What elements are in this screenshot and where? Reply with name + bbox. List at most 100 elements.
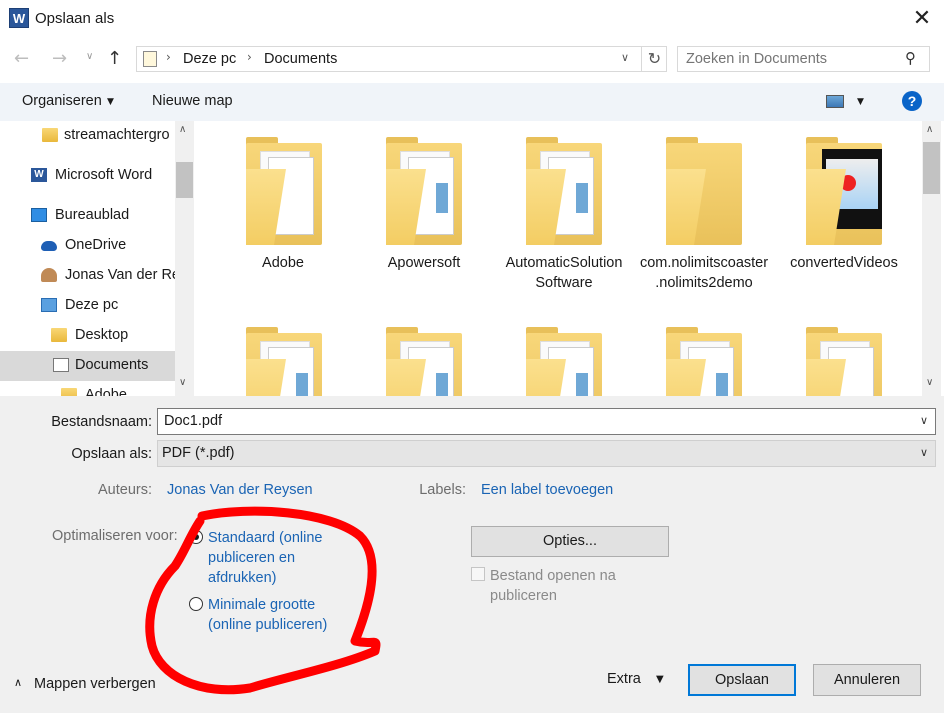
options-button[interactable]: Opties... — [471, 526, 669, 557]
documents-location-icon — [143, 51, 157, 67]
scroll-down-icon[interactable]: ∨ — [179, 377, 186, 388]
file-name: convertedVideos — [790, 255, 898, 271]
file-scrollbar-thumb[interactable] — [923, 142, 940, 194]
pc-icon — [41, 298, 57, 312]
nav-item-onedrive[interactable]: OneDrive — [0, 231, 175, 261]
open-after-publish-checkbox[interactable] — [471, 567, 485, 581]
cancel-button[interactable]: Annuleren — [813, 664, 921, 696]
nav-item-label: streamachtergro — [64, 127, 170, 143]
file-name: AutomaticSolution Software — [505, 255, 623, 291]
tools-button[interactable]: Extra — [607, 671, 641, 687]
breadcrumb-deze-pc[interactable]: Deze pc — [183, 51, 236, 67]
close-button[interactable]: ✕ — [902, 2, 942, 36]
authors-link[interactable]: Jonas Van der Reysen — [167, 482, 313, 498]
filename-input[interactable] — [164, 413, 904, 429]
nav-item-adobe[interactable]: Adobe — [0, 381, 175, 396]
save-as-type-label: Opslaan als: — [71, 446, 152, 462]
scroll-up-icon[interactable]: ∧ — [926, 124, 933, 135]
cloud-icon — [41, 241, 57, 251]
tags-label: Labels: — [419, 482, 466, 498]
word-app-icon: W — [9, 8, 29, 28]
folder-icon — [666, 327, 742, 396]
authors-label: Auteurs: — [98, 482, 152, 498]
organize-caret-icon[interactable]: ▼ — [107, 97, 114, 107]
nav-item-label: Microsoft Word — [55, 167, 153, 183]
file-list[interactable]: Adobe Apowersoft AutomaticSolution Softw… — [196, 121, 922, 396]
nav-item-label: Bureaublad — [55, 207, 130, 223]
folder-icon — [806, 327, 882, 396]
file-name: Apowersoft — [387, 255, 461, 271]
add-tag-link[interactable]: Een label toevoegen — [481, 482, 613, 498]
navigation-pane[interactable]: streamachtergro W Microsoft Word Bureaub… — [0, 121, 194, 396]
open-after-publish-label: Bestand openen na publiceren — [490, 568, 616, 604]
breadcrumb-separator-icon[interactable]: › — [166, 50, 171, 64]
radio-standard-label[interactable]: Standaard (online publiceren en afdrukke… — [208, 528, 358, 588]
save-as-type-select[interactable]: PDF (*.pdf) ∨ — [157, 440, 936, 467]
nav-item-deze-pc[interactable]: Deze pc — [0, 291, 175, 321]
folder-icon — [386, 327, 462, 396]
file-name: com.nolimitscoaster.nolimits2demo — [639, 255, 769, 291]
chevron-up-icon[interactable]: ∧ — [14, 676, 22, 689]
radio-minimal-size[interactable] — [189, 597, 203, 611]
window-title: Opslaan als — [35, 10, 115, 27]
folder-icon — [51, 328, 67, 342]
file-name: Adobe — [262, 255, 304, 271]
forward-arrow-icon[interactable]: → — [52, 48, 67, 69]
word-icon: W — [31, 168, 47, 182]
title-bar — [0, 0, 944, 38]
nav-item-label: Jonas Van der Re — [65, 267, 175, 283]
nav-item-user[interactable]: Jonas Van der Re — [0, 261, 175, 291]
search-box[interactable]: ⚲ — [677, 46, 930, 72]
folder-icon — [246, 137, 322, 245]
address-bar[interactable]: › Deze pc › Documents ∨ ↻ — [136, 46, 667, 72]
folder-icon — [666, 137, 742, 245]
view-mode-icon[interactable] — [826, 95, 844, 108]
filename-label: Bestandsnaam: — [51, 414, 152, 430]
refresh-icon[interactable]: ↻ — [641, 47, 667, 71]
address-dropdown-chevron-icon[interactable]: ∨ — [621, 51, 629, 64]
save-options-panel: Bestandsnaam: ∨ Opslaan als: PDF (*.pdf)… — [0, 396, 944, 713]
view-caret-icon[interactable]: ▼ — [857, 97, 864, 107]
folder-icon — [61, 388, 77, 396]
radio-standard[interactable] — [189, 530, 203, 544]
new-folder-button[interactable]: Nieuwe map — [152, 93, 233, 109]
scroll-up-icon[interactable]: ∧ — [179, 124, 186, 135]
nav-item-desktop[interactable]: Desktop — [0, 321, 175, 351]
tools-caret-icon[interactable]: ▼ — [656, 674, 664, 685]
back-arrow-icon[interactable]: ← — [14, 48, 29, 69]
folder-icon — [42, 128, 58, 142]
hide-folders-button[interactable]: Mappen verbergen — [34, 676, 156, 692]
nav-scrollbar-thumb[interactable] — [176, 162, 193, 198]
save-button[interactable]: Opslaan — [688, 664, 796, 696]
chevron-down-icon[interactable]: ∨ — [920, 446, 928, 459]
radio-minimal-size-label[interactable]: Minimale grootte (online publiceren) — [208, 595, 358, 635]
folder-icon — [386, 137, 462, 245]
chevron-down-icon[interactable]: ∨ — [920, 414, 928, 427]
command-toolbar: Organiseren ▼ Nieuwe map ▼ ? — [0, 83, 944, 121]
nav-item-label: Deze pc — [65, 297, 119, 313]
user-icon — [41, 268, 57, 282]
filename-field[interactable]: ∨ — [157, 408, 936, 435]
search-icon[interactable]: ⚲ — [905, 49, 916, 67]
documents-icon — [53, 358, 69, 372]
up-arrow-icon[interactable]: ↑ — [107, 48, 122, 69]
nav-item-bureaublad[interactable]: Bureaublad — [0, 201, 175, 231]
nav-item-microsoft-word[interactable]: W Microsoft Word — [0, 161, 175, 191]
nav-item-label: Documents — [75, 357, 149, 373]
nav-item-streamachtergro[interactable]: streamachtergro — [0, 121, 175, 151]
nav-item-label: Adobe — [85, 387, 127, 396]
help-icon[interactable]: ? — [902, 91, 922, 111]
desktop-icon — [31, 208, 47, 222]
scroll-down-icon[interactable]: ∨ — [926, 377, 933, 388]
organize-button[interactable]: Organiseren — [22, 93, 102, 109]
search-input[interactable] — [686, 51, 896, 67]
nav-item-label: OneDrive — [65, 237, 127, 253]
save-as-type-value: PDF (*.pdf) — [162, 445, 235, 461]
breadcrumb-documents[interactable]: Documents — [264, 51, 337, 67]
breadcrumb-separator-icon[interactable]: › — [247, 50, 252, 64]
recent-locations-chevron-icon[interactable]: ∨ — [86, 51, 93, 62]
folder-icon — [526, 327, 602, 396]
folder-icon — [246, 327, 322, 396]
optimize-label: Optimaliseren voor: — [52, 528, 178, 544]
nav-item-documents[interactable]: Documents — [0, 351, 175, 381]
